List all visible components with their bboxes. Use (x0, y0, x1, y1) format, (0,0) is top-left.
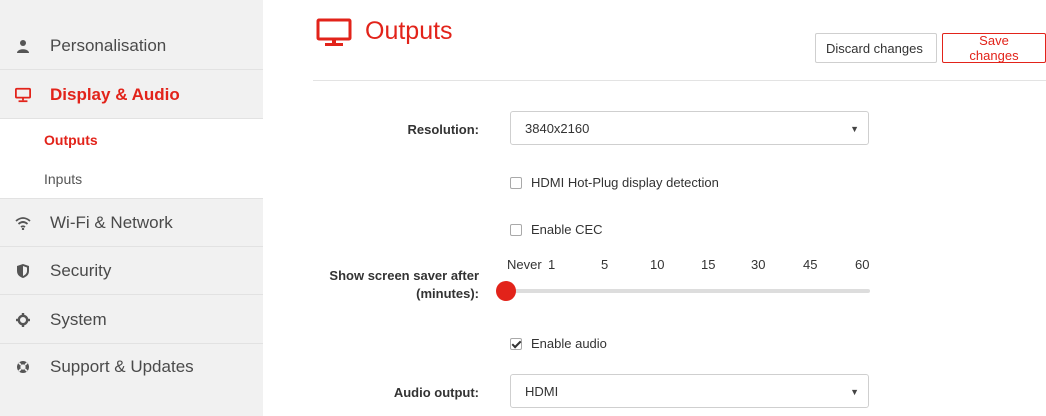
shield-icon (15, 263, 31, 279)
cec-checkbox-row[interactable]: Enable CEC (510, 222, 603, 237)
sidebar: Personalisation Display & Audio Outputs … (0, 0, 263, 416)
slider-tick-label: 5 (601, 257, 609, 272)
sidebar-item-label: Personalisation (50, 35, 167, 55)
hotplug-checkbox[interactable] (510, 176, 522, 189)
sidebar-item-system[interactable]: System (0, 296, 263, 344)
enable-audio-checkbox[interactable] (510, 337, 522, 350)
audio-output-label: Audio output: (393, 385, 479, 400)
sidebar-item-label: System (50, 309, 107, 329)
enable-audio-label: Enable audio (531, 336, 607, 351)
slider-tick-label: 15 (701, 257, 716, 272)
cec-label: Enable CEC (531, 222, 603, 237)
slider-tick-label: Never (507, 257, 542, 272)
lifebuoy-icon (15, 359, 31, 375)
slider-tick-label: 45 (803, 257, 818, 272)
save-changes-button[interactable]: Save changes (942, 33, 1046, 63)
sidebar-subitem-outputs[interactable]: Outputs (44, 132, 98, 148)
resolution-value: 3840x2160 (525, 120, 590, 136)
audio-output-select[interactable]: HDMI ▼ (510, 374, 869, 408)
hotplug-checkbox-row[interactable]: HDMI Hot-Plug display detection (510, 175, 719, 190)
audio-output-value: HDMI (525, 383, 559, 399)
sidebar-item-label: Security (50, 260, 112, 280)
chevron-down-icon: ▼ (850, 387, 859, 397)
audio-checkbox-row[interactable]: Enable audio (510, 336, 607, 351)
page-title: Outputs (365, 17, 453, 45)
sidebar-subnav: Outputs Inputs (0, 119, 263, 199)
cec-checkbox[interactable] (510, 223, 522, 236)
screensaver-label: Show screen saver after (329, 268, 479, 283)
slider-tick-label: 60 (855, 257, 870, 272)
sidebar-subitem-inputs[interactable]: Inputs (44, 171, 82, 187)
discard-changes-button[interactable]: Discard changes (815, 33, 937, 63)
sidebar-item-wifi-network[interactable]: Wi-Fi & Network (0, 199, 263, 247)
sidebar-item-label: Support & Updates (50, 357, 194, 376)
sidebar-item-label: Display & Audio (50, 84, 180, 104)
monitor-icon (316, 18, 352, 53)
user-icon (15, 38, 31, 54)
screensaver-label-unit: (minutes): (416, 286, 479, 301)
resolution-label: Resolution: (407, 122, 480, 137)
monitor-icon (15, 87, 31, 103)
gear-icon (15, 312, 31, 328)
screensaver-slider-track[interactable] (506, 289, 870, 293)
slider-tick-label: 1 (548, 257, 556, 272)
sidebar-item-support-updates[interactable]: Support & Updates (0, 343, 263, 391)
screensaver-slider-thumb[interactable] (496, 281, 516, 301)
slider-tick-label: 30 (751, 257, 766, 272)
wifi-icon (15, 215, 31, 231)
sidebar-item-display-audio[interactable]: Display & Audio (0, 71, 263, 119)
sidebar-item-personalisation[interactable]: Personalisation (0, 22, 263, 70)
chevron-down-icon: ▼ (850, 124, 859, 134)
resolution-select[interactable]: 3840x2160 ▼ (510, 111, 869, 145)
sidebar-item-security[interactable]: Security (0, 247, 263, 295)
header-divider (313, 80, 1046, 81)
sidebar-item-label: Wi-Fi & Network (50, 212, 173, 232)
slider-tick-label: 10 (650, 257, 665, 272)
hotplug-label: HDMI Hot-Plug display detection (531, 175, 719, 190)
